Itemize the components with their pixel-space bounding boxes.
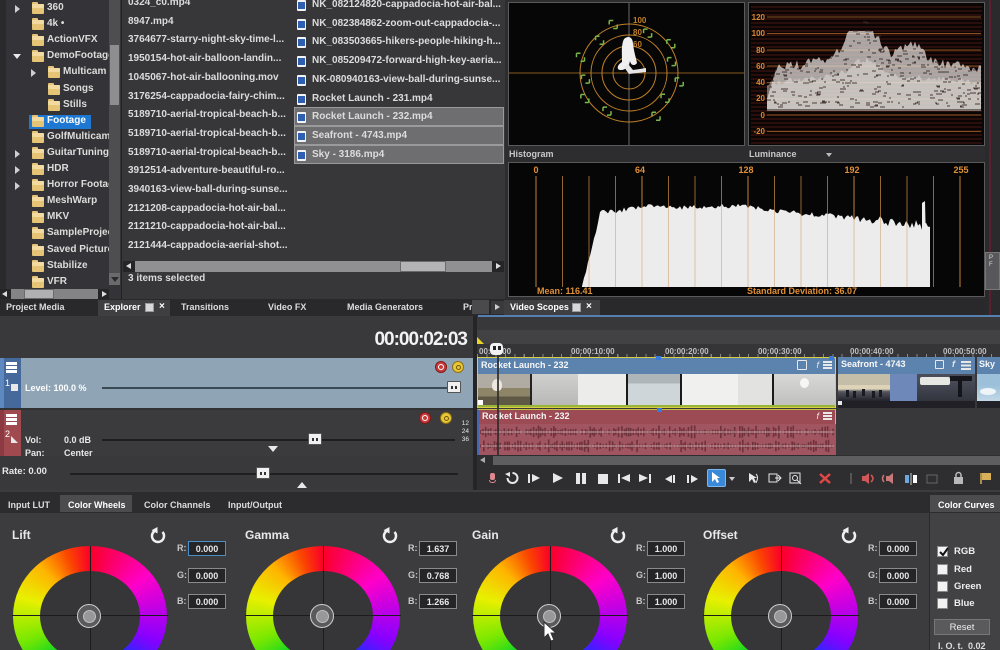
svg-text:20: 20 [756, 94, 765, 103]
svg-text:0: 0 [761, 111, 766, 120]
svg-text:255: 255 [953, 165, 968, 175]
svg-text:128: 128 [738, 165, 753, 175]
svg-text:80: 80 [633, 28, 642, 37]
svg-text:192: 192 [844, 165, 859, 175]
svg-text:Mean: 116.41: Mean: 116.41 [537, 286, 593, 296]
svg-text:40: 40 [756, 78, 765, 87]
svg-text:100: 100 [633, 16, 647, 25]
svg-text:60: 60 [756, 62, 765, 71]
svg-text:64: 64 [635, 165, 645, 175]
svg-text:100: 100 [752, 29, 766, 38]
svg-text:60: 60 [633, 40, 642, 49]
svg-text:0: 0 [533, 165, 538, 175]
svg-text:80: 80 [756, 46, 765, 55]
svg-text:120: 120 [752, 13, 766, 22]
svg-text:Standard Deviation: 36.07: Standard Deviation: 36.07 [747, 286, 857, 296]
svg-text:-20: -20 [753, 127, 765, 136]
